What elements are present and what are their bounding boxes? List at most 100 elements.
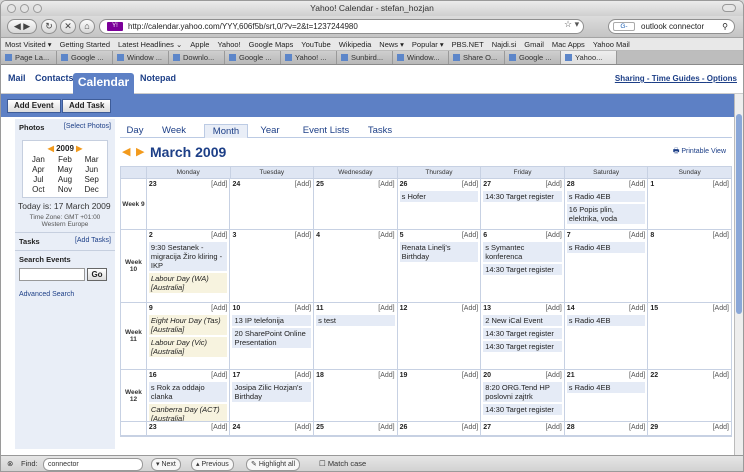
day-number[interactable]: 15 <box>650 304 658 313</box>
event-entry[interactable]: s Rok za oddajo clanka <box>148 382 228 402</box>
event-entry[interactable]: Josipa Zilic Hozjan's Birthday <box>232 382 312 402</box>
day-cell[interactable]: 27 [Add] 14:30 Target register <box>480 179 564 229</box>
bookmark-item[interactable]: Wikipedia <box>339 40 372 49</box>
add-event-link[interactable]: [Add] <box>295 423 311 432</box>
add-event-link[interactable]: [Add] <box>378 304 394 313</box>
day-number[interactable]: 27 <box>483 423 491 432</box>
day-number[interactable]: 4 <box>316 231 320 240</box>
bookmark-item[interactable]: Popular ▾ <box>412 40 444 49</box>
browser-tab[interactable]: Share O... <box>449 51 505 64</box>
event-entry[interactable]: s Radio 4EB <box>566 382 646 393</box>
add-event-link[interactable]: [Add] <box>295 180 311 189</box>
day-cell[interactable]: 8 [Add] <box>647 230 731 302</box>
google-search-engine-icon[interactable]: G- <box>613 22 635 31</box>
browser-tab[interactable]: Sunbird... <box>337 51 393 64</box>
event-entry[interactable]: 9:30 Sestanek - migracija Žiro kliring -… <box>148 242 228 271</box>
day-cell[interactable]: 11 [Add] s test <box>313 303 397 369</box>
mail-link[interactable]: Mail <box>8 73 26 83</box>
add-event-link[interactable]: [Add] <box>545 423 561 432</box>
printable-view-link[interactable]: 🖶 Printable View <box>673 147 726 158</box>
vertical-scrollbar[interactable] <box>734 94 743 455</box>
add-event-link[interactable]: [Add] <box>629 231 645 240</box>
day-number[interactable]: 1 <box>650 180 654 189</box>
find-input[interactable]: connector <box>43 458 143 471</box>
browser-tab[interactable]: Yahoo... <box>561 51 617 64</box>
bookmark-item[interactable]: Most Visited ▾ <box>5 40 52 49</box>
toolbar-toggle-button[interactable] <box>722 4 736 12</box>
bookmark-item[interactable]: Yahoo Mail <box>593 40 630 49</box>
tab-day[interactable]: Day <box>124 124 146 138</box>
browser-tab[interactable]: Google ... <box>57 51 113 64</box>
day-number[interactable]: 17 <box>232 371 240 380</box>
bookmark-item[interactable]: Apple <box>190 40 209 49</box>
day-number[interactable]: 11 <box>316 304 323 313</box>
day-number[interactable]: 26 <box>400 180 408 189</box>
add-event-link[interactable]: [Add] <box>713 371 729 380</box>
next-year-icon[interactable]: ▶ <box>76 144 82 153</box>
add-event-link[interactable]: [Add] <box>545 180 561 189</box>
highlight-all-button[interactable]: ✎ Highlight all <box>246 458 300 471</box>
day-cell[interactable]: 29 [Add] <box>647 422 731 435</box>
week-label[interactable]: Week 11 <box>121 303 146 369</box>
holiday-entry[interactable]: Eight Hour Day (Tas) [Australia] <box>148 315 228 335</box>
week-label[interactable] <box>121 422 146 435</box>
day-number[interactable]: 6 <box>483 231 487 240</box>
day-cell[interactable]: 25 [Add] <box>313 422 397 435</box>
options-link[interactable]: Options <box>707 74 737 83</box>
select-photos-link[interactable]: [Select Photos] <box>64 123 111 130</box>
tab-week[interactable]: Week <box>154 124 194 138</box>
day-number[interactable]: 23 <box>149 423 157 432</box>
day-cell[interactable]: 2 [Add] 9:30 Sestanek - migracija Žiro kli… <box>145 230 230 302</box>
day-number[interactable]: 25 <box>316 180 324 189</box>
day-cell[interactable]: 23 [Add] <box>145 179 230 229</box>
event-entry[interactable]: 14:30 Target register <box>483 191 562 202</box>
month-link[interactable]: Jan <box>25 155 52 164</box>
day-number[interactable]: 14 <box>567 304 575 313</box>
browser-tab[interactable]: Page La... <box>1 51 57 64</box>
day-number[interactable]: 28 <box>567 423 575 432</box>
event-entry[interactable]: s Radio 4EB <box>566 191 646 202</box>
add-event-link[interactable]: [Add] <box>211 231 227 240</box>
week-label[interactable]: Week 9 <box>121 179 146 229</box>
add-event-link[interactable]: [Add] <box>545 371 561 380</box>
next-month-icon[interactable]: ▶ <box>136 145 144 158</box>
add-event-link[interactable]: [Add] <box>462 304 478 313</box>
month-link[interactable]: Feb <box>52 155 79 164</box>
day-cell[interactable]: 7 [Add] s Radio 4EB <box>563 230 648 302</box>
day-cell[interactable]: 4 [Add] <box>313 230 397 302</box>
day-cell[interactable]: 16 [Add] s Rok za oddajo clanka Canberra Da… <box>145 370 230 421</box>
day-cell[interactable]: 21 [Add] s Radio 4EB <box>563 370 648 421</box>
day-cell[interactable]: 10 [Add] 13 IP telefonija 20 SharePoint Onl… <box>229 303 313 369</box>
add-event-link[interactable]: [Add] <box>713 180 729 189</box>
month-link[interactable]: May <box>52 165 79 174</box>
day-cell[interactable]: 14 [Add] s Radio 4EB <box>563 303 648 369</box>
day-cell[interactable]: 22 [Add] <box>647 370 731 421</box>
day-number[interactable]: 2 <box>149 231 153 240</box>
add-event-link[interactable]: [Add] <box>462 231 478 240</box>
event-entry[interactable]: 20 SharePoint Online Presentation <box>232 328 312 348</box>
tab-month[interactable]: Month <box>204 124 248 138</box>
month-link[interactable]: Sep <box>78 175 105 184</box>
day-number[interactable]: 24 <box>232 180 240 189</box>
minimize-window-button[interactable] <box>20 4 29 13</box>
event-entry[interactable]: s Radio 4EB <box>566 242 646 253</box>
add-event-link[interactable]: [Add] <box>295 371 311 380</box>
day-cell[interactable]: 9 [Add] Eight Hour Day (Tas) [Australia] La… <box>145 303 230 369</box>
day-cell[interactable]: 17 [Add] Josipa Zilic Hozjan's Birthday <box>229 370 313 421</box>
bookmark-star-icon[interactable]: ☆ ▾ <box>564 19 579 30</box>
month-link[interactable]: Mar <box>78 155 105 164</box>
event-entry[interactable]: s test <box>316 315 395 326</box>
sharing-link[interactable]: Sharing <box>615 74 645 83</box>
day-number[interactable]: 21 <box>567 371 575 380</box>
add-event-link[interactable]: [Add] <box>211 180 227 189</box>
bookmark-item[interactable]: Google Maps <box>249 40 294 49</box>
month-link[interactable]: Nov <box>52 185 79 194</box>
browser-tab[interactable]: Window... <box>393 51 449 64</box>
day-number[interactable]: 23 <box>149 180 157 189</box>
day-number[interactable]: 20 <box>483 371 491 380</box>
advanced-search-link[interactable]: Advanced Search <box>19 291 111 298</box>
day-number[interactable]: 18 <box>316 371 324 380</box>
reload-icon[interactable]: ↻ <box>41 19 57 34</box>
day-number[interactable]: 10 <box>232 304 240 313</box>
bookmark-item[interactable]: Getting Started <box>60 40 110 49</box>
